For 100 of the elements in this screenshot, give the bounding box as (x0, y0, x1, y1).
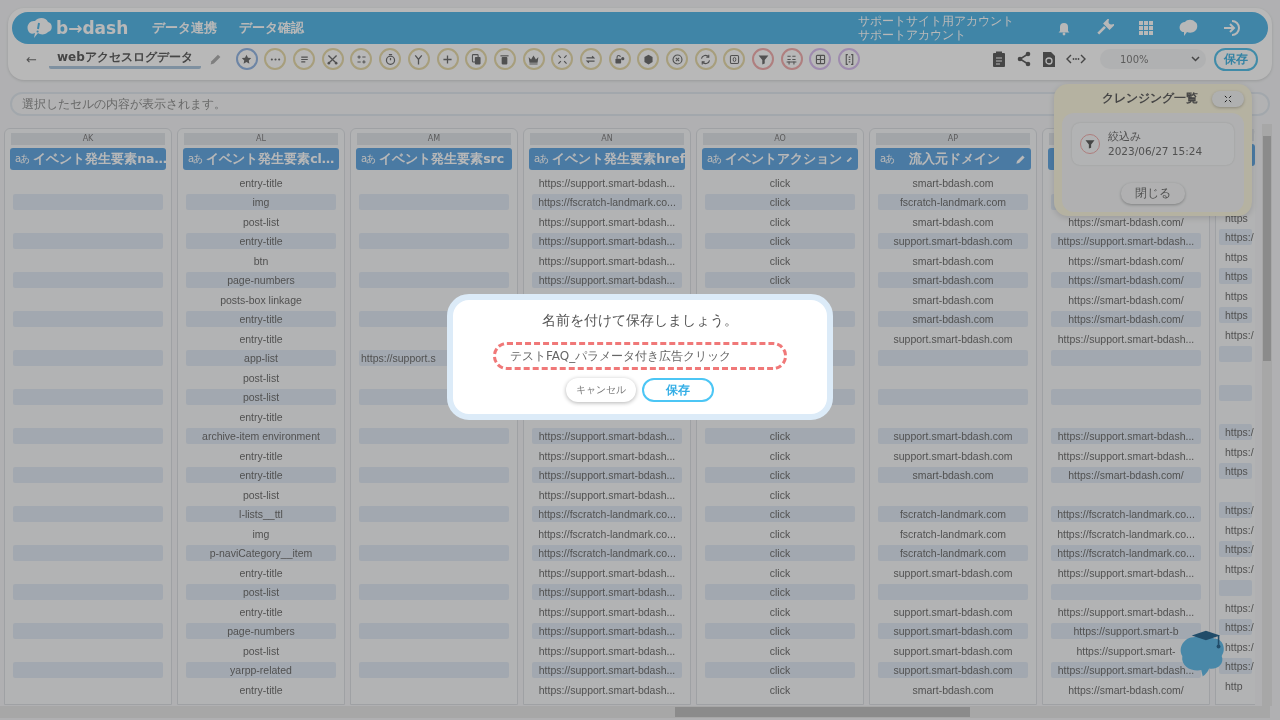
table-cell[interactable]: img (186, 194, 336, 211)
table-cell[interactable]: support.smart-bdash.com (878, 662, 1028, 679)
table-cell[interactable]: https:/ (1219, 443, 1252, 460)
circle-x-tool-button[interactable] (666, 48, 689, 70)
table-cell[interactable]: post-list (186, 486, 336, 503)
table-cell[interactable]: https://smart-bdash.com/ (1051, 311, 1201, 328)
table-cell[interactable]: https://support.smart-bdash... (532, 623, 682, 640)
lock-tool-button[interactable] (608, 48, 631, 70)
table-cell[interactable]: support.smart-bdash.com (878, 447, 1028, 464)
table-cell[interactable]: click (705, 545, 855, 562)
table-cell[interactable]: smart-bdash.com (878, 311, 1028, 328)
table-cell[interactable]: smart-bdash.com (878, 681, 1028, 698)
zero-tool-button[interactable] (723, 48, 746, 70)
code-icon[interactable] (1066, 54, 1086, 64)
refresh-tool-button[interactable] (694, 48, 717, 70)
table-cell[interactable]: https://support.smart-bdash... (532, 447, 682, 464)
table-cell[interactable]: https://fscratch-landmark.co... (1051, 525, 1201, 542)
star-tool-button[interactable] (235, 48, 258, 70)
chat-icon[interactable] (1178, 19, 1198, 37)
table-cell[interactable]: https:/ (1219, 541, 1252, 558)
table-cell[interactable]: click (705, 486, 855, 503)
table-cell[interactable]: click (705, 447, 855, 464)
table-cell[interactable]: https://support.smart-bdash... (1051, 603, 1201, 620)
table-cell[interactable]: https://support.smart-bdash... (1051, 233, 1201, 250)
column-header[interactable]: aあ イベント発生要素href (529, 148, 685, 170)
brackets-tool-button[interactable] (838, 48, 861, 70)
close-button[interactable]: 閉じる (1121, 183, 1185, 204)
table-cell[interactable]: click (705, 194, 855, 211)
table-cell[interactable]: https://smart-bdash.com/ (1051, 681, 1201, 698)
table-cell[interactable]: https://smart-bdash.com/ (1051, 291, 1201, 308)
table-cell[interactable]: http (1219, 677, 1252, 694)
table-cell[interactable]: click (705, 233, 855, 250)
copy-tool-button[interactable] (465, 48, 488, 70)
table-cell[interactable]: smart-bdash.com (878, 213, 1028, 230)
table-cell[interactable]: https://support.smart-bdash... (1051, 330, 1201, 347)
table-cell[interactable]: support.smart-bdash.com (878, 623, 1028, 640)
split-tool-button[interactable] (780, 48, 803, 70)
table-cell[interactable]: img (186, 525, 336, 542)
settings-icon[interactable] (1096, 19, 1114, 37)
save-button[interactable]: 保存 (1214, 47, 1258, 71)
table-cell[interactable]: https://support.smart-bdash... (532, 564, 682, 581)
table-cell[interactable]: smart-bdash.com (878, 272, 1028, 289)
nav-link[interactable]: データ連携 (152, 19, 218, 37)
table-cell[interactable]: https://fscratch-landmark.co... (532, 525, 682, 542)
table-cell[interactable]: https:/ (1219, 521, 1252, 538)
table-cell[interactable]: https://support.smart-bdash... (532, 213, 682, 230)
table-cell[interactable]: https://smart-bdash.com/ (1051, 213, 1201, 230)
table-cell[interactable]: smart-bdash.com (878, 291, 1028, 308)
table-cell[interactable]: https://smart-bdash.com/ (1051, 252, 1201, 269)
column-header[interactable]: aあ イベント発生要素na… (10, 148, 166, 170)
table-cell[interactable]: https://support.smart-bdash... (532, 662, 682, 679)
table-cell[interactable]: post-list (186, 369, 336, 386)
table-cell[interactable]: entry-title (186, 447, 336, 464)
fullscreen-button[interactable] (1212, 90, 1244, 107)
table-cell[interactable]: click (705, 525, 855, 542)
table-cell[interactable]: entry-title (186, 233, 336, 250)
column-header[interactable]: aあ イベント発生要素src (356, 148, 512, 170)
trash-tool-button[interactable] (493, 48, 516, 70)
logout-icon[interactable] (1222, 19, 1242, 37)
table-cell[interactable]: https://support.smart-bdash... (1051, 447, 1201, 464)
scissors-tool-button[interactable] (321, 48, 344, 70)
table-cell[interactable]: https:/ (1219, 658, 1252, 675)
table-cell[interactable]: entry-title (186, 408, 336, 425)
table-cell[interactable]: smart-bdash.com (878, 252, 1028, 269)
filter-tool-button[interactable] (752, 48, 775, 70)
table-cell[interactable]: https://support.smart-bdash... (1051, 564, 1201, 581)
table-cell[interactable]: https://support.smart-bdash... (532, 584, 682, 601)
share-icon[interactable] (1016, 51, 1032, 67)
table-cell[interactable]: archive-item environment (186, 428, 336, 445)
table-cell[interactable]: click (705, 564, 855, 581)
table-cell[interactable]: click (705, 662, 855, 679)
clipboard-icon[interactable] (992, 51, 1006, 67)
nav-link[interactable]: データ確認 (239, 19, 305, 37)
name-input-field[interactable]: テストFAQ_パラメータ付き広告クリック (493, 342, 787, 370)
table-cell[interactable]: app-list (186, 350, 336, 367)
column-header[interactable]: aあ イベントアクション (702, 148, 858, 170)
grid-tool-button[interactable] (809, 48, 832, 70)
crown-tool-button[interactable] (522, 48, 545, 70)
table-cell[interactable]: yarpp-related (186, 662, 336, 679)
table-cell[interactable]: https://smart-bdash.com/ (1051, 272, 1201, 289)
table-cell[interactable]: click (705, 428, 855, 445)
save-button[interactable]: 保存 (642, 378, 714, 402)
cube-tool-button[interactable] (637, 48, 660, 70)
file-refresh-icon[interactable] (1042, 51, 1056, 67)
table-cell[interactable]: page-numbers (186, 623, 336, 640)
table-cell[interactable]: https://smart-bdash.com/ (1051, 467, 1201, 484)
lines-tool-button[interactable] (293, 48, 316, 70)
table-cell[interactable]: https://fscratch-landmark.co... (532, 545, 682, 562)
table-cell[interactable]: l-lists__ttl (186, 506, 336, 523)
table-cell[interactable]: https://support.smart-b (1051, 623, 1201, 640)
table-cell[interactable]: https:/ (1219, 229, 1252, 246)
back-arrow[interactable]: ← (26, 51, 37, 67)
table-cell[interactable]: https://fscratch-landmark.co... (1051, 506, 1201, 523)
apps-grid-icon[interactable] (1138, 20, 1154, 36)
stopwatch-tool-button[interactable] (379, 48, 402, 70)
table-cell[interactable]: entry-title (186, 311, 336, 328)
bell-icon[interactable] (1056, 20, 1072, 36)
vertical-scrollbar[interactable] (1262, 124, 1272, 706)
cleansing-step-card[interactable]: 絞込み 2023/06/27 15:24 (1072, 123, 1234, 165)
table-cell[interactable]: click (705, 623, 855, 640)
